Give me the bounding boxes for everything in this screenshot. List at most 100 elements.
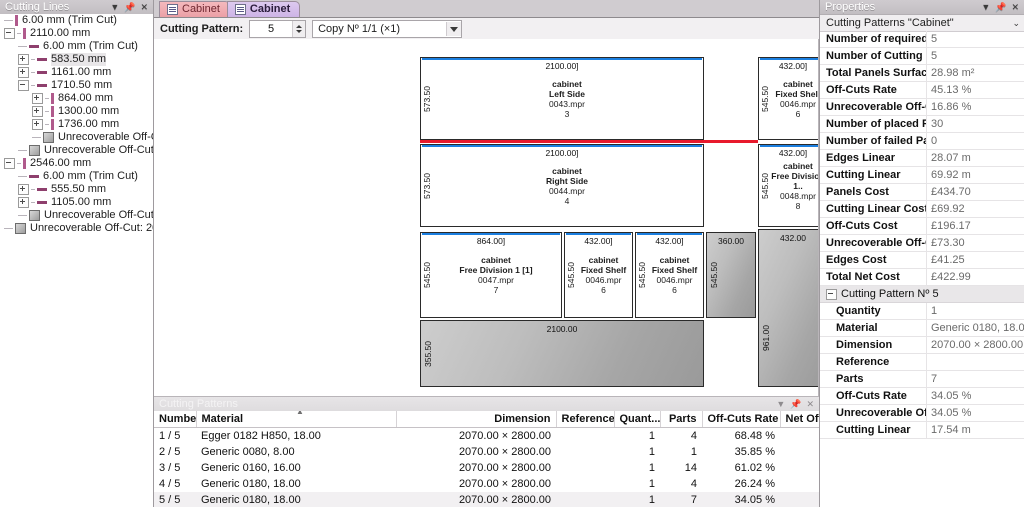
tree-item[interactable]: 2546.00 mm	[0, 157, 153, 170]
cut-part[interactable]: 432.00]545.50cabinetFixed Shelf0046.mpr6	[758, 57, 819, 140]
tree-connector	[45, 111, 49, 112]
property-group-row[interactable]: Cutting Pattern Nº 5	[820, 286, 1024, 303]
tree-item[interactable]: 583.50 mm	[0, 53, 153, 66]
property-row[interactable]: Unrecoverable Off-Cut...34.05 %	[820, 405, 1024, 422]
document-tab[interactable]: Cabinet	[159, 1, 230, 17]
pin-icon[interactable]: 📌	[995, 3, 1006, 12]
table-row[interactable]: 4 / 5Generic 0180, 18.002070.00 × 2800.0…	[154, 476, 819, 492]
cut-part[interactable]: 432.00]545.50cabinetFree Division 1..004…	[758, 144, 819, 227]
tree-item[interactable]: 6.00 mm (Trim Cut)	[0, 170, 153, 183]
cut-part[interactable]: 864.00]545.50cabinetFree Division 1 [1]0…	[420, 232, 562, 318]
cut-part[interactable]: 432.00]545.50cabinetFixed Shelf0046.mpr6	[564, 232, 633, 318]
tree-item[interactable]: Unrecoverable Off-Cut: 961	[0, 209, 153, 222]
column-header[interactable]: Reference	[556, 411, 614, 428]
property-row[interactable]: Number of Cutting Patterns5	[820, 48, 1024, 65]
cutting-lines-tree[interactable]: 6.00 mm (Trim Cut)2110.00 mm6.00 mm (Tri…	[0, 14, 153, 507]
dropdown-icon[interactable]: ▼	[776, 400, 785, 409]
cut-part[interactable]: 432.00]545.50cabinetFixed Shelf0046.mpr6	[635, 232, 704, 318]
collapse-icon[interactable]	[4, 28, 15, 39]
property-row[interactable]: Dimension2070.00 × 2800.00	[820, 337, 1024, 354]
property-row[interactable]: MaterialGeneric 0180, 18.00	[820, 320, 1024, 337]
column-header[interactable]: Net Off-Cuts Rate	[780, 411, 819, 428]
close-icon[interactable]: ✕	[1011, 3, 1019, 12]
column-header[interactable]: Off-Cuts Rate	[702, 411, 780, 428]
table-row[interactable]: 2 / 5Generic 0080, 8.002070.00 × 2800.00…	[154, 444, 819, 460]
properties-object-selector[interactable]: Cutting Patterns "Cabinet" ⌄	[820, 15, 1024, 32]
property-row[interactable]: Off-Cuts Rate45.13 %	[820, 82, 1024, 99]
property-row[interactable]: Panels Cost£434.70	[820, 184, 1024, 201]
cutting-patterns-grid[interactable]: NumberMaterial▲DimensionReferenceQuant..…	[154, 411, 819, 507]
expand-icon[interactable]	[18, 184, 29, 195]
tree-item[interactable]: 2110.00 mm	[0, 27, 153, 40]
expand-icon[interactable]	[32, 106, 43, 117]
expand-icon[interactable]	[32, 93, 43, 104]
cut-part[interactable]: 2100.00]573.50cabinetLeft Side0043.mpr3	[420, 57, 704, 140]
property-row[interactable]: Parts7	[820, 371, 1024, 388]
collapse-icon[interactable]	[826, 289, 837, 300]
cut-part[interactable]: 2100.00]573.50cabinetRight Side0044.mpr4	[420, 144, 704, 227]
tree-item[interactable]: 6.00 mm (Trim Cut)	[0, 14, 153, 27]
tree-item[interactable]: 864.00 mm	[0, 92, 153, 105]
property-row[interactable]: Off-Cuts Rate34.05 %	[820, 388, 1024, 405]
collapse-icon[interactable]	[18, 80, 29, 91]
column-header[interactable]: Parts	[660, 411, 702, 428]
properties-list[interactable]: Number of required Panels5Number of Cutt…	[820, 31, 1024, 507]
dropdown-icon[interactable]: ▼	[981, 3, 990, 12]
property-row[interactable]: Unrecoverable Off-Cuts R...16.86 %	[820, 99, 1024, 116]
property-row[interactable]: Number of required Panels5	[820, 31, 1024, 48]
expand-icon[interactable]	[18, 67, 29, 78]
pin-icon[interactable]: 📌	[124, 3, 135, 12]
tree-item[interactable]: 1736.00 mm	[0, 118, 153, 131]
copy-selector-chevron-down-icon[interactable]	[446, 22, 461, 36]
column-header[interactable]: Quant...	[614, 411, 660, 428]
column-header[interactable]: Number	[154, 411, 196, 428]
dropdown-icon[interactable]: ▼	[110, 3, 119, 12]
expand-icon[interactable]	[18, 54, 29, 65]
property-row[interactable]: Edges Cost£41.25	[820, 252, 1024, 269]
property-row[interactable]: Total Panels Surface28.98 m²	[820, 65, 1024, 82]
tree-item[interactable]: 1105.00 mm	[0, 196, 153, 209]
table-row[interactable]: 5 / 5Generic 0180, 18.002070.00 × 2800.0…	[154, 492, 819, 507]
property-row[interactable]: Total Net Cost£422.99	[820, 269, 1024, 286]
cutting-pattern-stepper[interactable]	[249, 20, 306, 38]
property-row[interactable]: Off-Cuts Cost£196.17	[820, 218, 1024, 235]
table-row[interactable]: 3 / 5Generic 0160, 16.002070.00 × 2800.0…	[154, 460, 819, 476]
tree-item[interactable]: 1710.50 mm	[0, 79, 153, 92]
close-icon[interactable]: ✕	[140, 3, 148, 12]
column-header[interactable]: Dimension	[396, 411, 556, 428]
property-row[interactable]: Cutting Linear69.92 m	[820, 167, 1024, 184]
cutting-pattern-canvas[interactable]: 250.002070.00432.00961.00360.00545.50210…	[154, 39, 819, 397]
off-cut-region[interactable]: 360.00545.50	[706, 232, 756, 318]
property-row[interactable]: Number of placed Parts30	[820, 116, 1024, 133]
tree-item[interactable]: 555.50 mm	[0, 183, 153, 196]
off-cut-region[interactable]: 2100.00355.50	[420, 320, 704, 387]
pin-icon[interactable]: 📌	[790, 400, 801, 409]
expand-icon[interactable]	[18, 197, 29, 208]
stepper-arrows[interactable]	[292, 21, 305, 37]
off-cut-region[interactable]: 432.00961.00	[758, 229, 819, 387]
property-row[interactable]: Edges Linear28.07 m	[820, 150, 1024, 167]
property-row[interactable]: Cutting Linear17.54 m	[820, 422, 1024, 439]
tree-item[interactable]: 1161.00 mm	[0, 66, 153, 79]
tree-item[interactable]: 1300.00 mm	[0, 105, 153, 118]
table-row[interactable]: 1 / 5Egger 0182 H850, 18.002070.00 × 280…	[154, 428, 819, 445]
tree-item[interactable]: Unrecoverable Off-Cut: 2070.0	[0, 222, 153, 235]
stepper-up-icon[interactable]	[296, 25, 302, 28]
property-row[interactable]: Cutting Linear Cost£69.92	[820, 201, 1024, 218]
tree-item[interactable]: Unrecoverable Off-Cut: 355	[0, 144, 153, 157]
stepper-down-icon[interactable]	[296, 30, 302, 33]
property-row[interactable]: Unrecoverable Off-Cuts C...£73.30	[820, 235, 1024, 252]
property-row[interactable]: Reference	[820, 354, 1024, 371]
close-icon[interactable]: ✕	[806, 400, 814, 409]
column-header[interactable]: Material▲	[196, 411, 396, 428]
collapse-icon[interactable]	[4, 158, 15, 169]
property-row[interactable]: Number of failed Parts0	[820, 133, 1024, 150]
properties-selector-chevron-down-icon[interactable]: ⌄	[1012, 18, 1020, 29]
cutting-pattern-input[interactable]	[250, 21, 292, 37]
tree-item[interactable]: 6.00 mm (Trim Cut)	[0, 40, 153, 53]
property-row[interactable]: Quantity1	[820, 303, 1024, 320]
tree-item[interactable]: Unrecoverable Off-Cut:	[0, 131, 153, 144]
copy-selector[interactable]: Copy Nº 1/1 (×1)	[312, 20, 462, 38]
expand-icon[interactable]	[32, 119, 43, 130]
document-tab[interactable]: Cabinet	[227, 1, 300, 17]
